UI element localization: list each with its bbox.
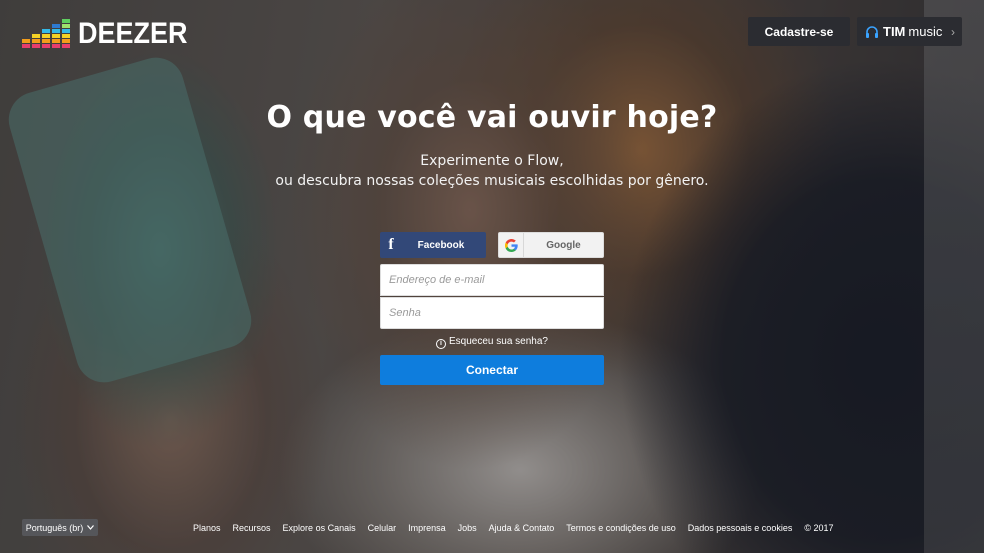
footer-link-termos[interactable]: Termos e condições de uso — [566, 523, 676, 533]
facebook-login-label: Facebook — [417, 239, 465, 251]
footer-links: Planos Recursos Explore os Canais Celula… — [193, 522, 833, 534]
signup-button[interactable]: Cadastre-se — [748, 17, 850, 46]
language-selector[interactable]: Português (br) — [22, 519, 98, 536]
google-login-label: Google — [546, 239, 581, 251]
deezer-logo[interactable]: DEEZER — [22, 17, 200, 50]
footer-link-explore-canais[interactable]: Explore os Canais — [283, 523, 356, 533]
footer-link-recursos[interactable]: Recursos — [233, 523, 271, 533]
info-icon: i — [436, 339, 447, 349]
copyright: © 2017 — [804, 523, 834, 533]
hero-subtitle-line2: ou descubra nossas coleções musicais esc… — [275, 173, 709, 189]
logo-text: DEEZER — [78, 17, 188, 50]
page-headline: O que você vai ouvir hoje? — [266, 100, 718, 135]
email-field[interactable] — [380, 264, 604, 296]
footer-link-jobs[interactable]: Jobs — [458, 523, 477, 533]
forgot-password-link[interactable]: i Esqueceu sua senha? — [0, 336, 984, 349]
hero-subtitle-line1: Experimente o Flow, — [420, 153, 564, 169]
footer-link-imprensa[interactable]: Imprensa — [408, 523, 446, 533]
tim-label: music — [908, 24, 943, 39]
password-field[interactable] — [380, 297, 604, 329]
facebook-icon: f — [388, 236, 394, 253]
connect-button[interactable]: Conectar — [380, 355, 604, 385]
hero-subtitle: Experimente o Flow, ou descubra nossas c… — [0, 151, 984, 191]
chevron-right-icon: › — [951, 24, 955, 39]
footer-link-celular[interactable]: Celular — [368, 523, 397, 533]
google-login-button[interactable]: Google — [498, 232, 604, 258]
footer-link-planos[interactable]: Planos — [193, 523, 221, 533]
headphones-icon — [866, 25, 878, 38]
equalizer-logo-icon — [22, 19, 70, 48]
forgot-password-label: Esqueceu sua senha? — [449, 336, 548, 347]
google-icon — [499, 233, 524, 257]
tim-music-button[interactable]: TIM music › — [857, 17, 962, 46]
footer-link-dados-pessoais[interactable]: Dados pessoais e cookies — [688, 523, 793, 533]
facebook-login-button[interactable]: f Facebook — [380, 232, 486, 258]
tim-brand: TIM — [883, 24, 906, 39]
chevron-down-icon — [87, 525, 95, 530]
language-label: Português (br) — [25, 522, 84, 533]
footer-link-ajuda-contato[interactable]: Ajuda & Contato — [489, 523, 555, 533]
